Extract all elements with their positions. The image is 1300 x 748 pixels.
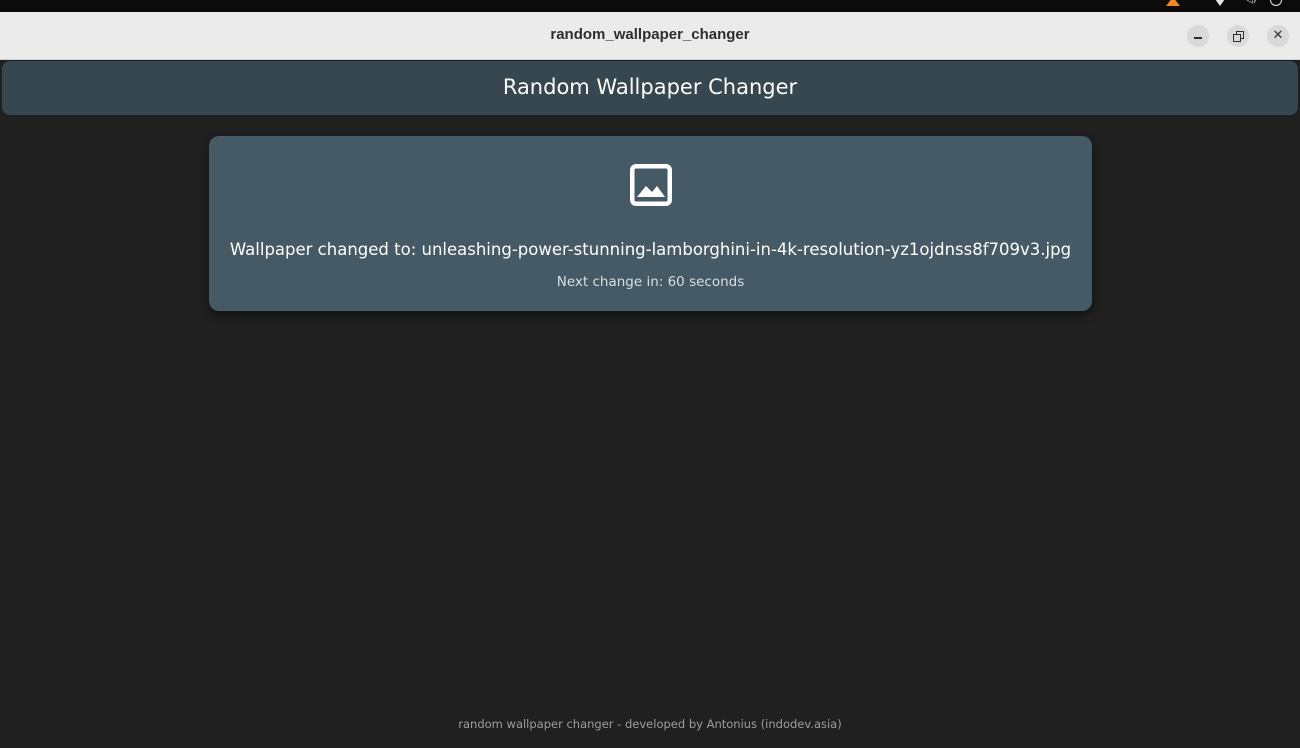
- app-title: Random Wallpaper Changer: [502, 75, 798, 99]
- status-card: Wallpaper changed to: unleashing-power-s…: [209, 136, 1092, 311]
- app-bar: Random Wallpaper Changer: [2, 61, 1298, 115]
- system-top-bar: ◁): [0, 0, 1300, 12]
- power-icon[interactable]: [1270, 0, 1282, 6]
- network-icon[interactable]: [1215, 0, 1225, 6]
- wallpaper-status-text: Wallpaper changed to: unleashing-power-s…: [229, 240, 1072, 259]
- footer-credit: random wallpaper changer - developed by …: [458, 717, 842, 731]
- window-titlebar[interactable]: random_wallpaper_changer ✕: [0, 12, 1300, 60]
- close-icon: ✕: [1272, 28, 1284, 43]
- app-window: random_wallpaper_changer ✕ Random Wallpa…: [0, 12, 1300, 748]
- next-change-countdown: Next change in: 60 seconds: [556, 274, 745, 290]
- minimize-button[interactable]: [1187, 25, 1209, 47]
- vlc-tray-icon[interactable]: [1166, 0, 1180, 6]
- image-icon: [630, 164, 672, 206]
- volume-icon[interactable]: ◁): [1245, 0, 1257, 5]
- maximize-button[interactable]: [1227, 25, 1249, 47]
- minimize-icon: [1194, 37, 1202, 39]
- window-title: random_wallpaper_changer: [550, 26, 750, 43]
- close-button[interactable]: ✕: [1267, 25, 1289, 47]
